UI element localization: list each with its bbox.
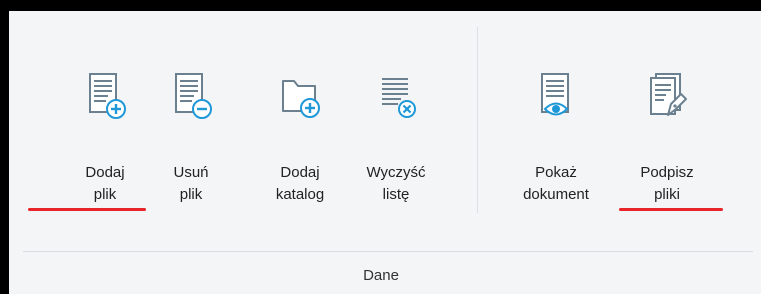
window-left-border: [0, 0, 9, 294]
show-document-label: Pokaż dokument: [511, 162, 601, 206]
clear-list-button[interactable]: Wyczyść listę: [351, 71, 441, 221]
sign-files-label: Podpisz pliki: [622, 162, 712, 206]
sign-files-button[interactable]: Podpisz pliki: [622, 71, 712, 221]
label-line: listę: [382, 186, 410, 203]
document-remove-icon: [175, 73, 212, 119]
clear-list-label: Wyczyść listę: [351, 162, 441, 206]
label-line: Usuń: [173, 164, 209, 181]
group-separator: [477, 27, 478, 213]
label-line: plik: [179, 186, 203, 203]
window-top-border: [0, 0, 761, 11]
group-footer-divider: [23, 251, 753, 252]
group-label: Dane: [363, 267, 399, 284]
label-line: Podpisz: [640, 164, 694, 181]
label-line: katalog: [275, 186, 325, 203]
highlight-underline-sign-files: [619, 208, 723, 211]
add-file-label: Dodaj plik: [60, 162, 150, 206]
label-line: Dodaj: [85, 164, 125, 181]
document-view-icon: [541, 73, 569, 116]
label-line: dokument: [523, 186, 589, 203]
highlight-underline-add-file: [28, 208, 146, 211]
folder-add-icon: [282, 80, 320, 118]
label-line: pliki: [654, 186, 680, 203]
remove-file-label: Usuń plik: [146, 162, 236, 206]
list-clear-icon: [382, 78, 416, 118]
add-folder-label: Dodaj katalog: [255, 162, 345, 206]
document-add-icon: [89, 73, 126, 119]
show-document-button[interactable]: Pokaż dokument: [511, 71, 601, 221]
remove-file-button[interactable]: Usuń plik: [146, 71, 236, 221]
document-sign-icon: [650, 73, 687, 116]
label-line: plik: [93, 186, 117, 203]
add-folder-button[interactable]: Dodaj katalog: [255, 71, 345, 221]
label-line: Pokaż: [535, 164, 577, 181]
add-file-button[interactable]: Dodaj plik: [60, 71, 150, 221]
label-line: Wyczyść: [366, 164, 426, 181]
label-line: Dodaj: [280, 164, 320, 181]
ribbon-panel: Dodaj plik Usuń plik Dodaj katalog Wyczy…: [9, 11, 761, 294]
